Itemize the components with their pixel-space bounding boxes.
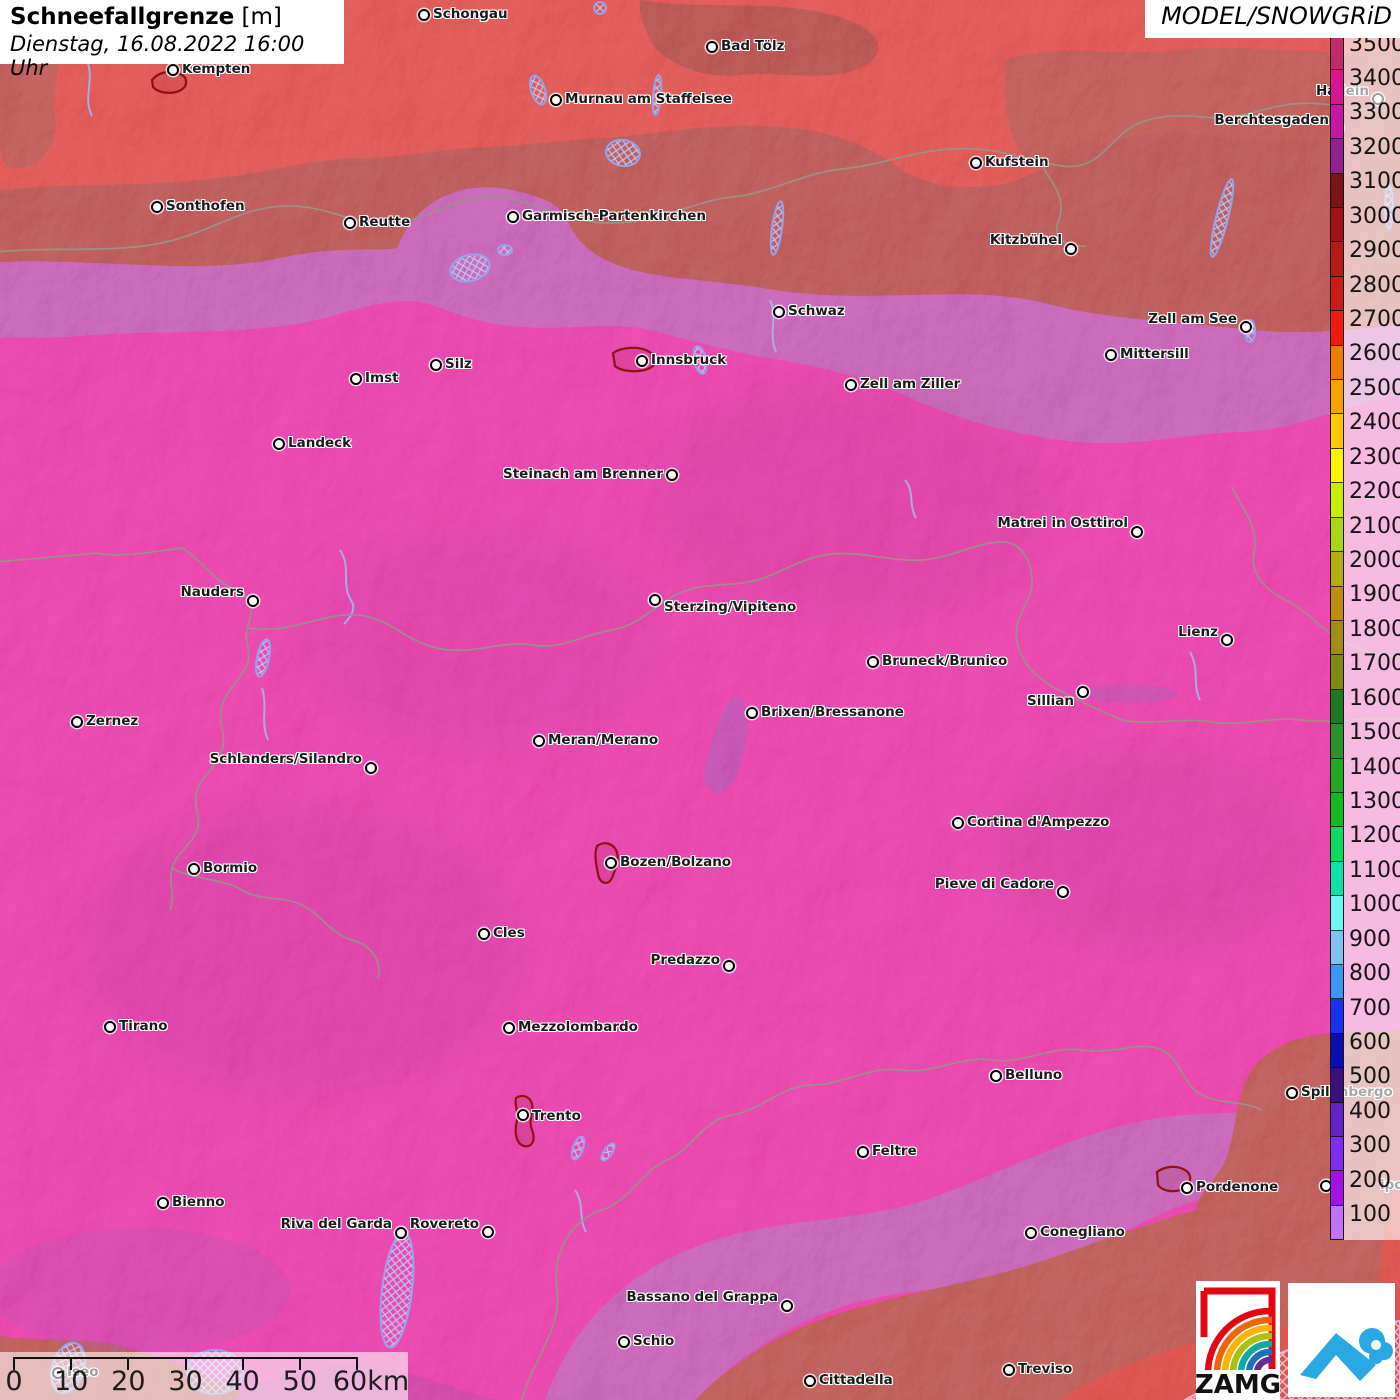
title-subtitle: Dienstag, 16.08.2022 16:00 Uhr	[10, 32, 305, 80]
map-svg	[0, 0, 1400, 1400]
colorbar-segment	[1331, 792, 1343, 828]
colorbar-segment	[1331, 139, 1343, 174]
colorbar-segment	[1331, 655, 1343, 690]
zamg-logo: ZAMG	[1195, 1281, 1281, 1400]
scalebar-label: 40	[225, 1366, 260, 1397]
colorbar-segment	[1331, 36, 1343, 71]
colorbar-segment	[1331, 483, 1343, 518]
colorbar-tick-label: 2400	[1349, 410, 1400, 436]
colorbar-tick-label: 2600	[1349, 341, 1400, 367]
scalebar-label: 10	[53, 1366, 89, 1397]
colorbar-tick-label: 500	[1349, 1064, 1391, 1090]
colorbar-segment	[1331, 620, 1343, 656]
colorbar-tick-label: 2500	[1349, 375, 1400, 401]
colorbar-tick-label: 1900	[1349, 582, 1400, 608]
colorbar-tick-label: 600	[1349, 1029, 1391, 1055]
colorbar-tick-label: 100	[1349, 1202, 1391, 1228]
colorbar-segment	[1331, 242, 1343, 277]
scalebar-label: 30	[168, 1366, 203, 1397]
colorbar-tick-label: 1800	[1349, 616, 1400, 642]
colorbar-tick-label: 300	[1349, 1133, 1391, 1159]
colorbar-tick-label: 400	[1349, 1098, 1391, 1124]
colorbar-tick-label: 2300	[1349, 444, 1400, 470]
colorbar-tick-label: 2000	[1349, 547, 1400, 573]
colorbar-segment	[1331, 208, 1343, 243]
title-unit: [m]	[241, 4, 282, 30]
colorbar-tick-label: 3000	[1349, 203, 1400, 229]
colorbar-tick-label: 200	[1349, 1167, 1391, 1193]
scalebar-label: 0	[5, 1366, 23, 1397]
colorbar-segment	[1331, 517, 1343, 553]
colorbar-segment	[1331, 1102, 1343, 1137]
colorbar-tick-label: 3200	[1349, 134, 1400, 160]
colorbar-tick-label: 2100	[1349, 513, 1400, 539]
title-box: Schneefallgrenze [m] Dienstag, 16.08.202…	[0, 0, 344, 80]
colorbar-segment	[1331, 999, 1343, 1034]
colorbar-segment	[1331, 173, 1343, 209]
colorbar-tick-label: 3300	[1349, 100, 1400, 126]
colorbar-segment	[1331, 1137, 1343, 1172]
colorbar-tick-label: 900	[1349, 926, 1391, 952]
zamg-wordmark: ZAMG	[1196, 1370, 1280, 1400]
colorbar-segment	[1331, 414, 1343, 449]
colorbar-tick-label: 1000	[1349, 892, 1400, 918]
colorbar-tick-label: 1300	[1349, 788, 1400, 814]
colorbar-segment	[1331, 276, 1343, 312]
colorbar-segment	[1331, 861, 1343, 897]
colorbar-tick-label: 2200	[1349, 479, 1400, 505]
colorbar-tick-label: 3100	[1349, 169, 1400, 195]
colorbar-tick-label: 1400	[1349, 754, 1400, 780]
colorbar-tick-label: 1700	[1349, 651, 1400, 677]
colorbar-segment	[1331, 311, 1343, 346]
colorbar-segment	[1331, 724, 1343, 759]
colorbar-segment	[1331, 758, 1343, 793]
colorbar-tick-label: 2700	[1349, 306, 1400, 332]
colorbar-segment	[1331, 104, 1343, 140]
colorbar-tick-label: 2800	[1349, 272, 1400, 298]
colorbar-segment	[1331, 70, 1343, 105]
colorbar-tick-label: 1600	[1349, 685, 1400, 711]
page-title: Schneefallgrenze [m]	[10, 4, 344, 30]
scalebar-label: 20	[111, 1366, 146, 1397]
model-badge: MODEL/SNOWGRiD	[1145, 0, 1400, 38]
colorbar-segment	[1331, 552, 1343, 587]
colorbar-tick-label: 2900	[1349, 238, 1400, 264]
scalebar-label: 50	[282, 1366, 318, 1397]
colorbar-segment	[1331, 586, 1343, 621]
colorbar-segment	[1331, 1171, 1343, 1206]
colorbar-tick-label: 1100	[1349, 857, 1400, 883]
scalebar: 0 10 20 30 40 50 60km	[0, 1352, 410, 1400]
colorbar-segment	[1331, 930, 1343, 965]
colorbar-segment	[1331, 964, 1343, 1000]
colorbar-tick-label: 800	[1349, 961, 1391, 987]
colorbar-tick-label: 1500	[1349, 720, 1400, 746]
title-text: Schneefallgrenze	[10, 4, 235, 30]
colorbar-segment	[1331, 345, 1343, 381]
colorbar-segment	[1331, 1205, 1343, 1240]
colorbar-tick-label: 1200	[1349, 823, 1400, 849]
colorbar-tick-label: 3400	[1349, 65, 1400, 91]
colorbar-segment	[1331, 448, 1343, 484]
colorbar-tick-label: 700	[1349, 995, 1391, 1021]
colorbar-segment	[1331, 380, 1343, 415]
scalebar-label: 60km	[332, 1366, 410, 1397]
colorbar-segment	[1331, 1033, 1343, 1069]
colorbar: 3500 3400 3300 3200 3100 3000 2900 2800 2700 2600…	[1330, 32, 1400, 1240]
colorbar-segment	[1331, 896, 1343, 931]
partner-logo-mountain-icon	[1288, 1283, 1395, 1397]
colorbar-strip	[1330, 35, 1344, 1240]
relief-overlay-2	[0, 0, 1400, 1400]
colorbar-segment	[1331, 1068, 1343, 1103]
colorbar-segment	[1331, 827, 1343, 862]
colorbar-segment	[1331, 689, 1343, 725]
